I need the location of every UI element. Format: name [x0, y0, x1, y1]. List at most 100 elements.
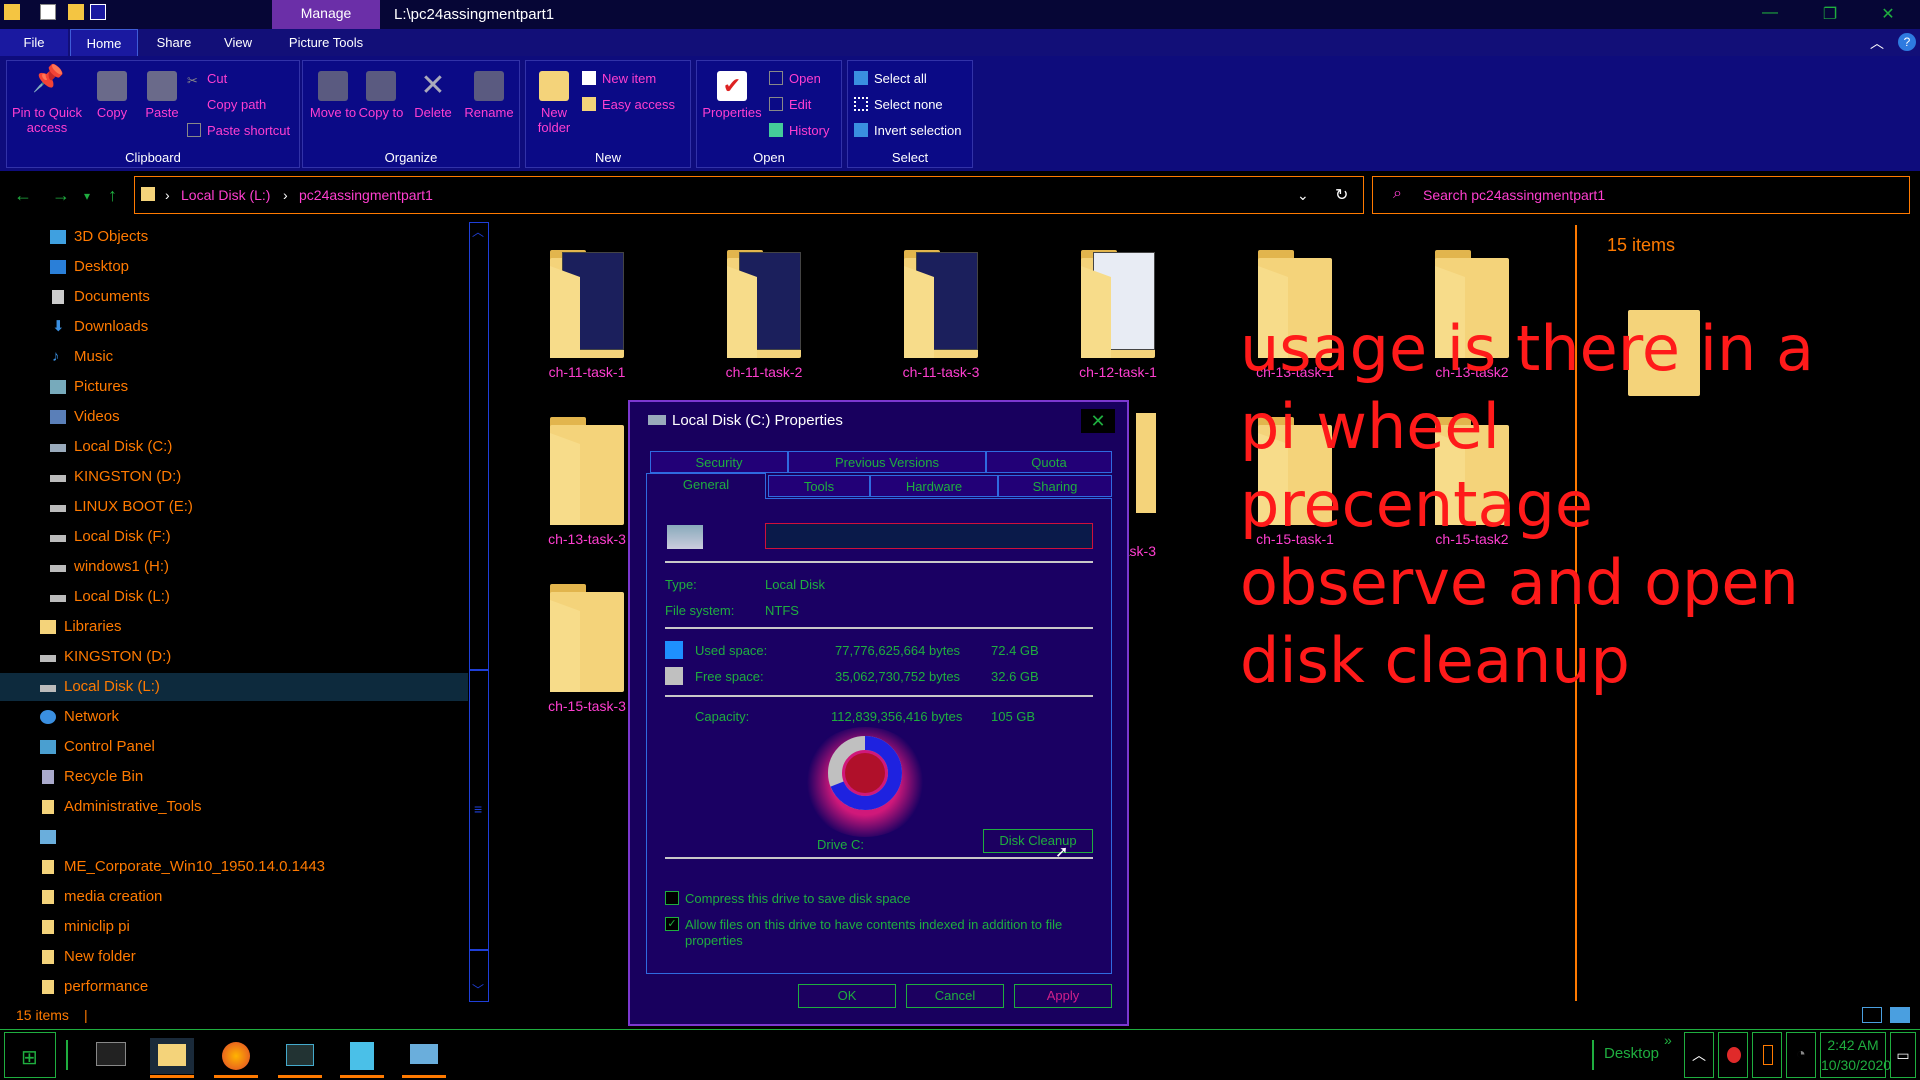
dialog-close-button[interactable]: ✕ [1081, 409, 1115, 433]
paste-button[interactable]: Paste [137, 71, 187, 120]
copy-button[interactable]: Copy [87, 71, 137, 120]
scroll-thumb[interactable] [470, 669, 488, 671]
usb-drive-icon[interactable] [1752, 1032, 1782, 1078]
tab-quota[interactable]: Quota [986, 451, 1112, 473]
wifi-icon[interactable]: ◔ [1786, 1032, 1816, 1078]
easy-access-button[interactable]: Easy access [582, 97, 675, 112]
open-button[interactable]: Open [769, 71, 821, 86]
minimize-button[interactable]: — [1750, 4, 1790, 24]
sidebar-item-linux-boot-e[interactable]: LINUX BOOT (E:) [0, 493, 468, 521]
sidebar-item-control-panel[interactable]: Control Panel [0, 733, 468, 761]
customize-quick-access-icon[interactable] [90, 4, 106, 20]
drive-name-input[interactable] [765, 523, 1093, 549]
properties-quick-icon[interactable] [40, 4, 56, 20]
console-taskbar-icon[interactable] [278, 1038, 322, 1078]
sidebar-item-downloads[interactable]: ⬇ Downloads [0, 313, 468, 341]
close-button[interactable]: ✕ [1868, 4, 1908, 24]
select-none-button[interactable]: Select none [854, 97, 943, 112]
help-icon[interactable]: ? [1898, 33, 1916, 51]
cancel-button[interactable]: Cancel [906, 984, 1004, 1008]
file-explorer-taskbar-icon[interactable] [150, 1038, 194, 1078]
scroll-down-icon[interactable]: ﹀ [472, 981, 484, 998]
cut-button[interactable]: ✂ Cut [187, 71, 227, 88]
sidebar-item-videos[interactable]: Videos [0, 403, 468, 431]
sidebar-item-new-folder[interactable]: New folder [0, 943, 468, 971]
recent-locations-icon[interactable]: ▾ [84, 189, 90, 203]
move-to-button[interactable]: Move to [309, 71, 357, 120]
sidebar-item-desktop[interactable]: Desktop [0, 253, 468, 281]
tab-share[interactable]: Share [142, 29, 206, 56]
tab-previous-versions[interactable]: Previous Versions [788, 451, 986, 473]
tab-sharing[interactable]: Sharing [998, 475, 1112, 497]
sidebar-item-pictures[interactable]: Pictures [0, 373, 468, 401]
notifications-icon[interactable]: ▭ [1890, 1032, 1916, 1078]
copy-to-button[interactable]: Copy to [357, 71, 405, 120]
tab-home[interactable]: Home [70, 29, 138, 56]
details-view-icon[interactable] [1862, 1007, 1882, 1023]
properties-button[interactable]: ✔ Properties [699, 71, 765, 120]
refresh-icon[interactable]: ↻ [1335, 185, 1348, 205]
tab-general[interactable]: General [646, 473, 766, 499]
new-folder-button[interactable]: New folder [530, 71, 578, 135]
sidebar-item-kingston-d-root[interactable]: KINGSTON (D:) [0, 643, 468, 671]
new-folder-quick-icon[interactable] [68, 4, 84, 20]
start-button[interactable]: ⊞ [4, 1032, 56, 1078]
computer-taskbar-icon[interactable] [402, 1038, 446, 1078]
sidebar-item-me-corporate[interactable]: ME_Corporate_Win10_1950.14.0.1443 [0, 853, 468, 881]
invert-selection-button[interactable]: Invert selection [854, 123, 961, 138]
rename-button[interactable]: Rename [461, 71, 517, 120]
address-bar[interactable]: › Local Disk (L:) › pc24assingmentpart1 … [134, 176, 1364, 214]
maximize-button[interactable]: ❐ [1810, 4, 1850, 24]
tab-view[interactable]: View [208, 29, 268, 56]
disk-cleanup-button[interactable]: Disk Cleanup [983, 829, 1093, 853]
tab-file[interactable]: File [0, 29, 68, 56]
sidebar-item-administrative-tools[interactable]: Administrative_Tools [0, 793, 468, 821]
sidebar-item-3d-objects[interactable]: 3D Objects [0, 223, 468, 251]
building-app-taskbar-icon[interactable] [340, 1038, 384, 1078]
folder-item[interactable]: ch-11-task-3 [866, 246, 1016, 380]
sidebar-item-local-disk-c[interactable]: Local Disk (C:) [0, 433, 468, 461]
sidebar-scrollbar[interactable]: ︿ ≡ ﹀ [469, 222, 489, 1002]
address-dropdown-icon[interactable]: ⌄ [1297, 187, 1309, 204]
history-button[interactable]: History [769, 123, 829, 138]
forward-arrow-icon[interactable]: → [52, 185, 70, 206]
sidebar-item-unnamed[interactable] [0, 823, 468, 851]
firefox-taskbar-icon[interactable] [214, 1038, 258, 1078]
sidebar-item-media-creation[interactable]: media creation [0, 883, 468, 911]
sidebar-item-local-disk-f[interactable]: Local Disk (F:) [0, 523, 468, 551]
tab-security[interactable]: Security [650, 451, 788, 473]
manage-tab[interactable]: Manage [272, 0, 380, 29]
search-box[interactable]: ⌕ Search pc24assingmentpart1 [1372, 176, 1910, 214]
sidebar-item-performance[interactable]: performance [0, 973, 468, 1001]
breadcrumb-local-disk[interactable]: Local Disk (L:) [181, 187, 270, 203]
tray-app-icon[interactable] [1718, 1032, 1748, 1078]
folder-item[interactable]: ch-11-task-1 [512, 246, 662, 380]
tab-hardware[interactable]: Hardware [870, 475, 998, 497]
tab-picture-tools[interactable]: Picture Tools [276, 29, 376, 56]
toolbar-expand-icon[interactable]: » [1664, 1032, 1672, 1048]
edit-button[interactable]: Edit [769, 97, 811, 112]
paste-shortcut-button[interactable]: Paste shortcut [187, 123, 290, 138]
new-item-button[interactable]: New item [582, 71, 656, 86]
breadcrumb-folder[interactable]: pc24assingmentpart1 [299, 187, 433, 203]
sidebar-item-kingston-d[interactable]: KINGSTON (D:) [0, 463, 468, 491]
tab-tools[interactable]: Tools [768, 475, 870, 497]
clock[interactable]: 2:42 AM 10/30/2020 [1820, 1032, 1891, 1078]
back-arrow-icon[interactable]: ← [14, 185, 32, 206]
pin-quick-access-button[interactable]: 📌 Pin to Quick access [9, 65, 85, 135]
sidebar-item-miniclip-pi[interactable]: miniclip pi [0, 913, 468, 941]
sidebar-item-libraries[interactable]: Libraries [0, 613, 468, 641]
sidebar-item-documents[interactable]: Documents [0, 283, 468, 311]
delete-button[interactable]: ✕ Delete [407, 71, 459, 121]
sidebar-item-network[interactable]: Network [0, 703, 468, 731]
show-hidden-icons[interactable]: ︿ [1684, 1032, 1714, 1078]
sidebar-item-music[interactable]: ♪ Music [0, 343, 468, 371]
collapse-ribbon-icon[interactable]: ︿ [1870, 33, 1884, 53]
large-icons-view-icon[interactable] [1890, 1007, 1910, 1023]
up-arrow-icon[interactable]: ↑ [108, 185, 117, 206]
apply-button[interactable]: Apply [1014, 984, 1112, 1008]
folder-item[interactable]: ch-11-task-2 [689, 246, 839, 380]
select-all-button[interactable]: Select all [854, 71, 927, 86]
scroll-up-icon[interactable]: ︿ [472, 223, 484, 240]
ok-button[interactable]: OK [798, 984, 896, 1008]
